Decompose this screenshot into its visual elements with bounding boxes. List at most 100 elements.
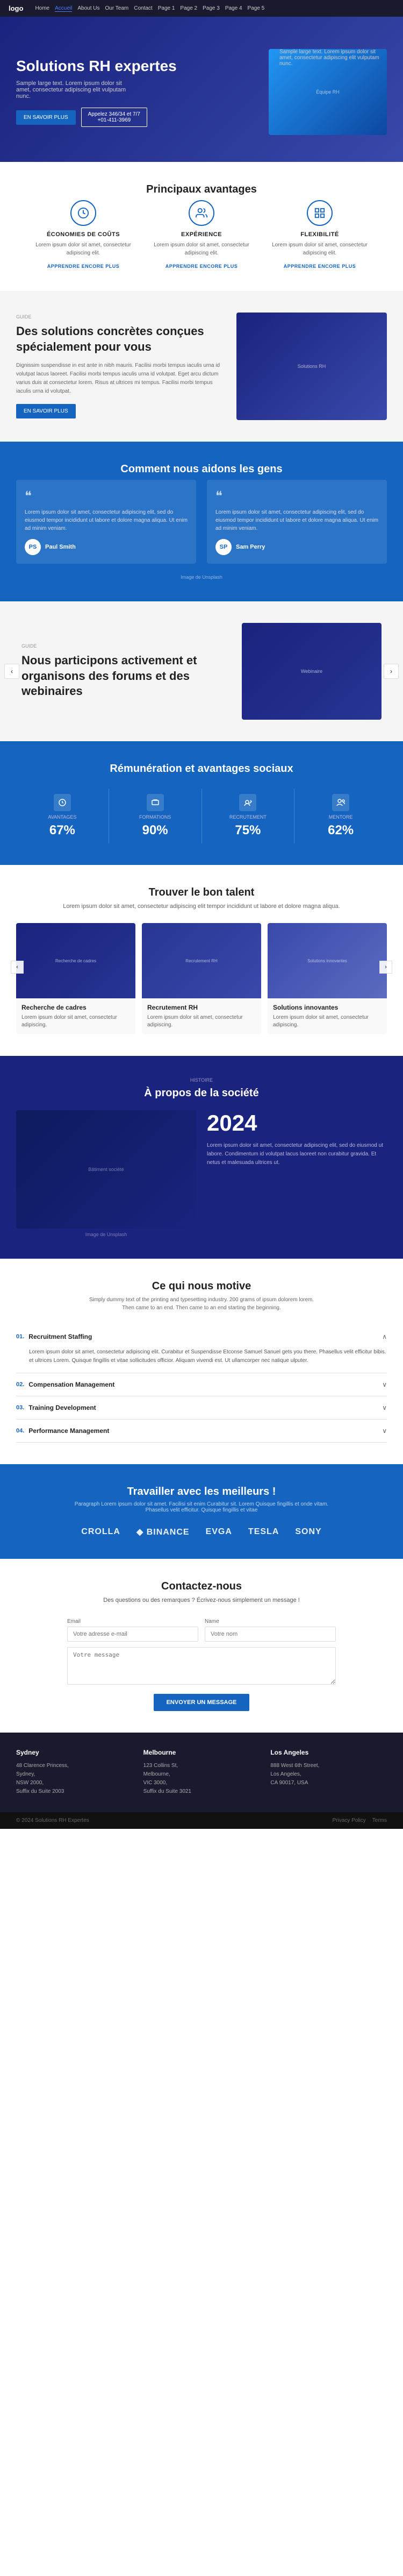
accordion-arrow-3: ∨ (382, 1427, 387, 1435)
nav-page4[interactable]: Page 4 (225, 5, 242, 12)
submit-button[interactable]: ENVOYER UN MESSAGE (154, 1694, 250, 1711)
solutions-right: Solutions RH (236, 313, 387, 420)
talent-card-title-0: Recherche de cadres (21, 1004, 130, 1011)
nav-page3[interactable]: Page 3 (203, 5, 220, 12)
talent-card-image-label-1: Recrutement RH (185, 959, 218, 963)
footer-link-terms[interactable]: Terms (372, 1818, 387, 1823)
talent-prev-arrow[interactable]: ‹ (11, 961, 24, 974)
nav-about[interactable]: About Us (77, 5, 99, 12)
avantage-text-2: Lorem ipsum dolor sit amet, consectetur … (271, 241, 368, 257)
navigation: logo Home Accueil About Us Our Team Cont… (0, 0, 403, 17)
formations-icon (147, 794, 164, 811)
stats-grid: Avantages 67% Formations 90% Recrutement… (16, 789, 387, 843)
webinaires-tag: GUIDE (21, 643, 226, 649)
webinaires-next-arrow[interactable]: › (384, 664, 399, 679)
webinaires-left: GUIDE Nous participons activement et org… (21, 643, 226, 699)
author-name-1: Sam Perry (236, 544, 265, 550)
footer-links: Privacy Policy Terms (333, 1818, 387, 1823)
testimonials-image-credit: Image de Unsplash (16, 574, 387, 580)
avantage-link-1[interactable]: APPRENDRE ENCORE PLUS (165, 264, 238, 269)
testimonial-0: ❝ Lorem ipsum dolor sit amet, consectetu… (16, 480, 196, 564)
talent-card-image-label-2: Solutions innovantes (307, 959, 347, 963)
avantages-title: Principaux avantages (16, 183, 387, 196)
accordion-title-2: Training Development (28, 1404, 382, 1411)
accordion-item-0: 01. Recruitment Staffing ∧ Lorem ipsum d… (16, 1325, 387, 1373)
email-label: Email (67, 1619, 198, 1624)
accordion: 01. Recruitment Staffing ∧ Lorem ipsum d… (16, 1325, 387, 1443)
talent-section: Trouver le bon talent Lorem ipsum dolor … (0, 865, 403, 1056)
avantages-grid: ÉCONOMIES DE COÛTS Lorem ipsum dolor sit… (16, 200, 387, 269)
email-field[interactable] (67, 1627, 198, 1642)
contact-title: Contactez-nous (16, 1580, 387, 1593)
nav-page1[interactable]: Page 1 (158, 5, 175, 12)
message-field[interactable] (67, 1647, 336, 1685)
partner-tesla[interactable]: TESLA (248, 1527, 279, 1537)
testimonials-title: Comment nous aidons les gens (16, 463, 387, 476)
nav-page2[interactable]: Page 2 (180, 5, 197, 12)
hero-image-label: Équipe RH (316, 89, 340, 95)
message-group (67, 1647, 336, 1686)
footer-link-privacy[interactable]: Privacy Policy (333, 1818, 366, 1823)
avantage-title-1: EXPÉRIENCE (153, 231, 250, 238)
hero-cta-button[interactable]: EN SAVOIR PLUS (16, 110, 76, 125)
partners-logos: CROLLA ◆ BINANCE EVGA TESLA SONY (16, 1527, 387, 1537)
webinaires-prev-arrow[interactable]: ‹ (4, 664, 19, 679)
motive-section: Ce qui nous motive Simply dummy text of … (0, 1259, 403, 1464)
accordion-title-3: Performance Management (28, 1427, 382, 1435)
nav-page5[interactable]: Page 5 (248, 5, 265, 12)
partner-crolla[interactable]: CROLLA (81, 1527, 120, 1537)
avantage-link-0[interactable]: APPRENDRE ENCORE PLUS (47, 264, 120, 269)
footer-col-sydney: Sydney 48 Clarence Princess,Sydney,NSW 2… (16, 1749, 133, 1796)
about-image-label: Bâtiment société (88, 1167, 124, 1172)
stat-label-2: Recrutement (207, 814, 289, 820)
nav-contact[interactable]: Contact (134, 5, 152, 12)
footer-address-sydney: 48 Clarence Princess,Sydney,NSW 2000,Suf… (16, 1762, 133, 1796)
accordion-header-3[interactable]: 04. Performance Management ∨ (16, 1420, 387, 1442)
avantage-text-1: Lorem ipsum dolor sit amet, consectetur … (153, 241, 250, 257)
talent-card-image-label-0: Recherche de cadres (55, 959, 96, 963)
about-text: Lorem ipsum dolor sit amet, consectetur … (207, 1141, 387, 1167)
accordion-header-2[interactable]: 03. Training Development ∨ (16, 1396, 387, 1419)
contact-form: Email Name ENVOYER UN MESSAGE (67, 1619, 336, 1711)
solutions-image: Solutions RH (236, 313, 387, 420)
partner-binance[interactable]: ◆ BINANCE (136, 1527, 190, 1537)
stat-label-0: Avantages (21, 814, 103, 820)
stats-section: Rémunération et avantages sociaux Avanta… (0, 741, 403, 865)
accordion-number-3: 04. (16, 1428, 24, 1434)
nav-accueil[interactable]: Accueil (55, 5, 72, 12)
name-field[interactable] (205, 1627, 336, 1642)
nav-home[interactable]: Home (35, 5, 49, 12)
motive-subtitle: Simply dummy text of the printing and ty… (16, 1296, 387, 1312)
about-year: 2024 (207, 1110, 387, 1136)
stats-title: Rémunération et avantages sociaux (16, 763, 387, 775)
talent-cards: Recherche de cadres Recherche de cadres … (16, 923, 387, 1034)
talent-next-arrow[interactable]: › (379, 961, 392, 974)
talent-card-2: Solutions innovantes Solutions innovante… (268, 923, 387, 1034)
logo[interactable]: logo (9, 4, 23, 12)
stat-label-1: Formations (114, 814, 196, 820)
name-label: Name (205, 1619, 336, 1624)
contact-form-row-1: Email Name (67, 1619, 336, 1642)
nav-team[interactable]: Our Team (105, 5, 129, 12)
accordion-item-1: 02. Compensation Management ∨ (16, 1373, 387, 1396)
accordion-header-0[interactable]: 01. Recruitment Staffing ∧ (16, 1325, 387, 1348)
solutions-btn[interactable]: EN SAVOIR PLUS (16, 404, 76, 418)
accordion-header-1[interactable]: 02. Compensation Management ∨ (16, 1373, 387, 1396)
avantage-item-0: ÉCONOMIES DE COÛTS Lorem ipsum dolor sit… (35, 200, 132, 269)
hero-title: Solutions RH expertes (16, 57, 258, 75)
footer-address-melbourne: 123 Collins St,Melbourne,VIC 3000,Suffix… (143, 1762, 260, 1796)
talent-card-body-1: Recrutement RH Lorem ipsum dolor sit ame… (142, 998, 261, 1034)
partner-evga[interactable]: EVGA (206, 1527, 232, 1537)
testimonial-text-0: Lorem ipsum dolor sit amet, consectetur … (25, 508, 188, 533)
phone-label: Appelez 346/34 et 7/7 (88, 111, 140, 117)
hero-phone-button[interactable]: Appelez 346/34 et 7/7 +01-411-3969 (81, 108, 147, 127)
partners-subtitle: Paragraph Lorem ipsum dolor sit amet. Fa… (16, 1501, 387, 1513)
contact-subtitle: Des questions ou des remarques ? Écrivez… (16, 1596, 387, 1605)
talent-card-text-1: Lorem ipsum dolor sit amet, consectetur … (147, 1014, 256, 1029)
quote-mark-0: ❝ (25, 488, 188, 504)
hero-text: Sample large text. Lorem ipsum dolor sit… (16, 80, 134, 100)
footer-city-sydney: Sydney (16, 1749, 133, 1756)
flexibility-icon (307, 200, 333, 226)
partner-sony[interactable]: SONY (295, 1527, 321, 1537)
avantage-link-2[interactable]: APPRENDRE ENCORE PLUS (284, 264, 356, 269)
